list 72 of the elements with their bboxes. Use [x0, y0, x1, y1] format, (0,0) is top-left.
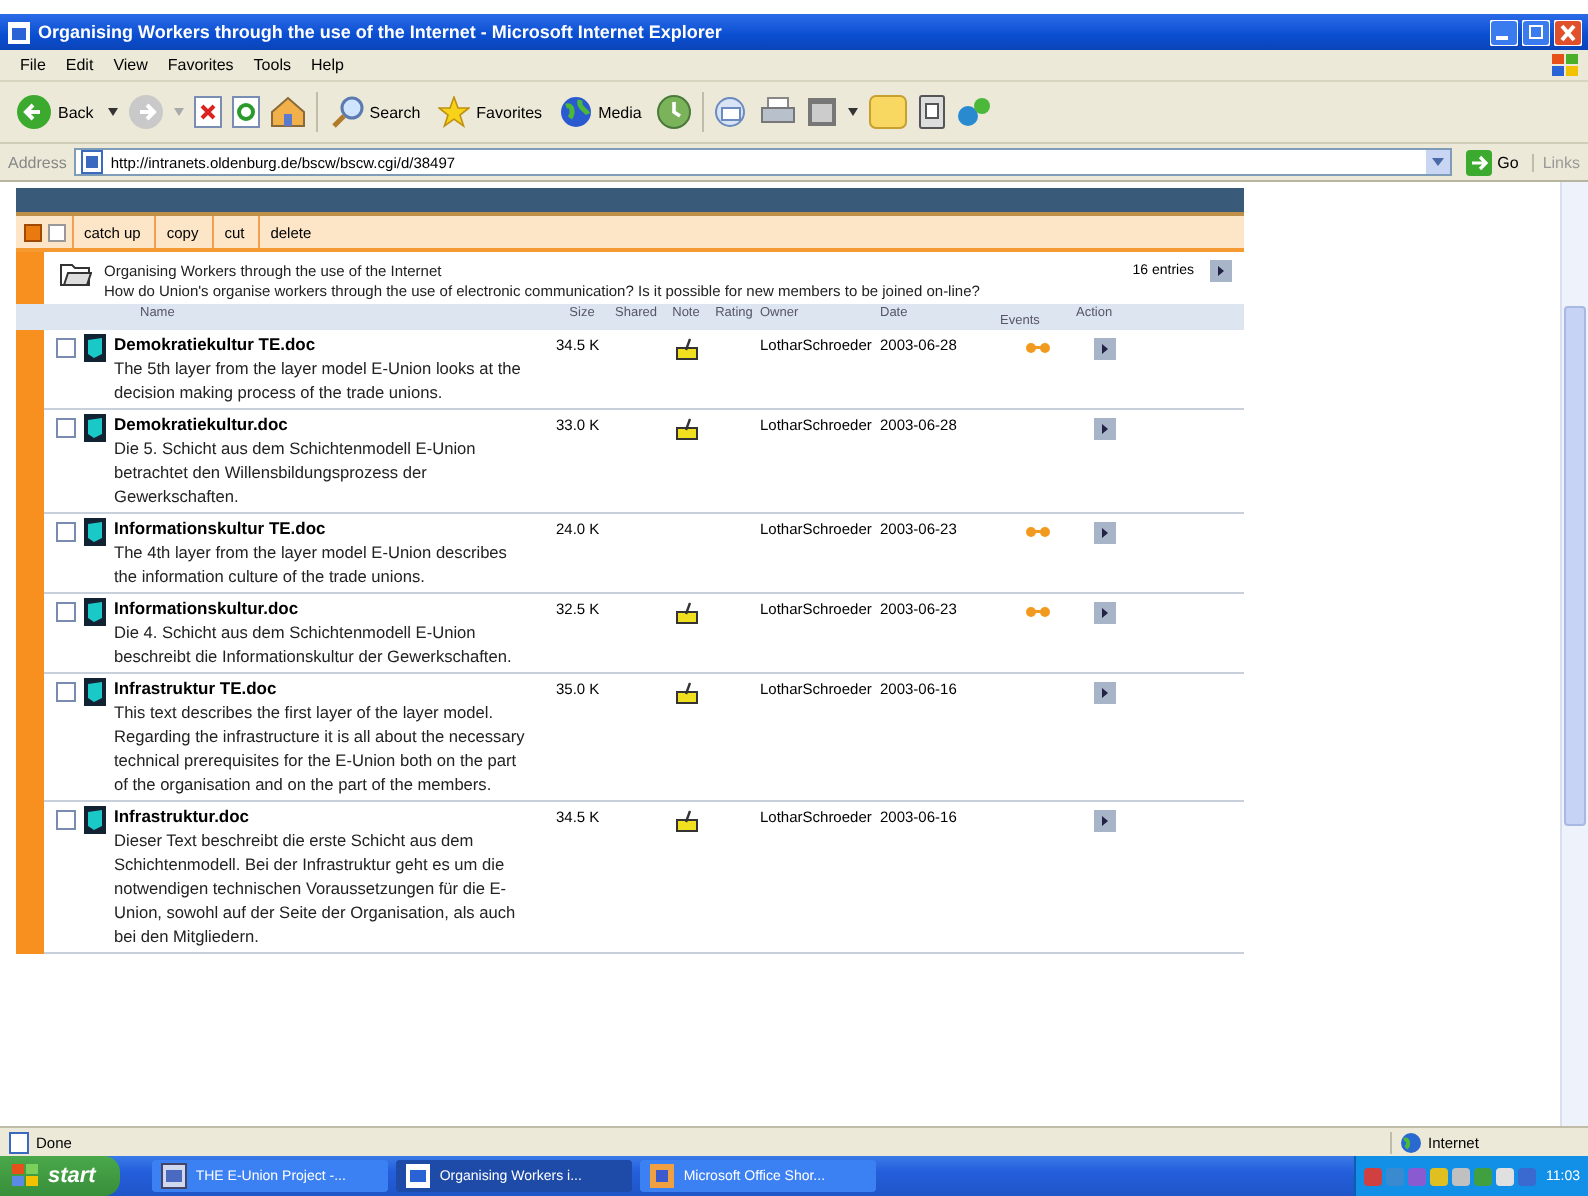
- page-icon: [8, 1131, 30, 1153]
- note-icon[interactable]: [675, 418, 697, 440]
- file-description: The 4th layer from the layer model E-Union describes the information culture of the trade unions.: [114, 540, 509, 588]
- windows-logo-icon: [12, 1164, 40, 1188]
- minimize-icon[interactable]: [1490, 19, 1518, 45]
- file-name-link[interactable]: Demokratiekultur TE.doc: [114, 334, 530, 356]
- refresh-icon[interactable]: [231, 96, 260, 128]
- document-icon[interactable]: [84, 678, 106, 706]
- restore-icon[interactable]: [1522, 19, 1550, 45]
- menu-item[interactable]: Favorites: [167, 56, 234, 74]
- address-label: Address: [8, 153, 67, 171]
- note-icon[interactable]: [675, 602, 697, 624]
- file-description: The 5th layer from the layer model E-Union looks at the decision making process of the trade unions.: [114, 356, 523, 404]
- file-name-link[interactable]: Infrastruktur.doc: [114, 806, 530, 828]
- scroll-thumb[interactable]: [1564, 306, 1586, 826]
- back-button[interactable]: Back: [12, 94, 98, 130]
- window-icon: [647, 1162, 676, 1190]
- home-icon[interactable]: [269, 96, 306, 128]
- window-title: Organising Workers through the use of the Internet - Microsoft Internet Explorer: [38, 22, 722, 42]
- select-none-icon[interactable]: [48, 223, 66, 241]
- media-button[interactable]: Media: [556, 96, 646, 128]
- checkbox[interactable]: [56, 338, 76, 358]
- search-button[interactable]: Search: [327, 96, 425, 128]
- note-icon[interactable]: [675, 682, 697, 704]
- file-description: Die 5. Schicht aus dem Schichtenmodell E-Union betrachtet den Willensbildungsprozess der Gewerkschaften.: [114, 436, 478, 508]
- globe-icon: [1400, 1131, 1422, 1153]
- star-icon: [438, 96, 471, 128]
- printer-icon[interactable]: [759, 96, 796, 128]
- file-description: This text describes the first layer of the layer model. Regarding the infrastructure it is all about the necessary technical prerequisites for the E-Union both on the part of the organisation and on the part of the members.: [114, 700, 527, 796]
- select-all-icon[interactable]: [24, 223, 42, 241]
- document-icon[interactable]: [84, 806, 106, 834]
- file-description: Die 4. Schicht aus dem Schichtenmodell E-Union beschreibt die Informationskultur der Gewerkschaften.: [114, 620, 514, 668]
- checkbox[interactable]: [56, 682, 76, 702]
- close-icon[interactable]: [1554, 19, 1582, 45]
- device-icon[interactable]: [917, 94, 946, 130]
- folder-icon: [60, 262, 92, 286]
- file-description: Dieser Text beschreibt die erste Schicht aus dem Schichtenmodell. Bei der Infrastruktur geht es um die notwendigen technischen Voraussetzungen für die E-Union, sowohl auf der Seite der Organisation, als auch bei den Mitgliedern.: [114, 828, 518, 948]
- go-button[interactable]: Go: [1459, 149, 1525, 175]
- menu-item[interactable]: File: [20, 56, 46, 74]
- file-name-link[interactable]: Demokratiekultur.doc: [114, 414, 530, 436]
- file-name-link[interactable]: Informationskultur.doc: [114, 598, 530, 620]
- checkbox[interactable]: [56, 522, 76, 542]
- document-icon[interactable]: [84, 414, 106, 442]
- stop-icon[interactable]: [193, 96, 222, 128]
- dropdown-icon[interactable]: [107, 108, 118, 116]
- note-icon[interactable]: [675, 338, 697, 360]
- file-name-link[interactable]: Infrastruktur TE.doc: [114, 678, 530, 700]
- checkbox[interactable]: [56, 418, 76, 438]
- window-icon: [403, 1162, 432, 1190]
- document-icon[interactable]: [84, 334, 106, 362]
- document-icon[interactable]: [84, 598, 106, 626]
- globe-icon: [560, 96, 593, 128]
- page-icon: [80, 150, 105, 174]
- menu-item[interactable]: Help: [310, 56, 344, 74]
- favorites-button[interactable]: Favorites: [434, 96, 547, 128]
- windows-logo-icon: [1552, 53, 1580, 77]
- scrollbar[interactable]: [1560, 182, 1588, 1126]
- browser-icon: [8, 21, 30, 43]
- history-icon[interactable]: [655, 94, 692, 130]
- go-arrow-icon: [1465, 149, 1492, 175]
- menu-item[interactable]: Tools: [253, 56, 291, 74]
- menu-item[interactable]: Edit: [65, 56, 94, 74]
- dropdown-icon[interactable]: [847, 108, 858, 116]
- start-button[interactable]: start: [0, 1156, 120, 1196]
- file-name-link[interactable]: Informationskultur TE.doc: [114, 518, 530, 540]
- checkbox[interactable]: [56, 810, 76, 830]
- window-icon: [159, 1162, 188, 1190]
- menu-item[interactable]: View: [113, 56, 148, 74]
- document-icon[interactable]: [84, 518, 106, 546]
- note-icon[interactable]: [675, 810, 697, 832]
- checkbox[interactable]: [56, 602, 76, 622]
- search-icon: [331, 96, 364, 128]
